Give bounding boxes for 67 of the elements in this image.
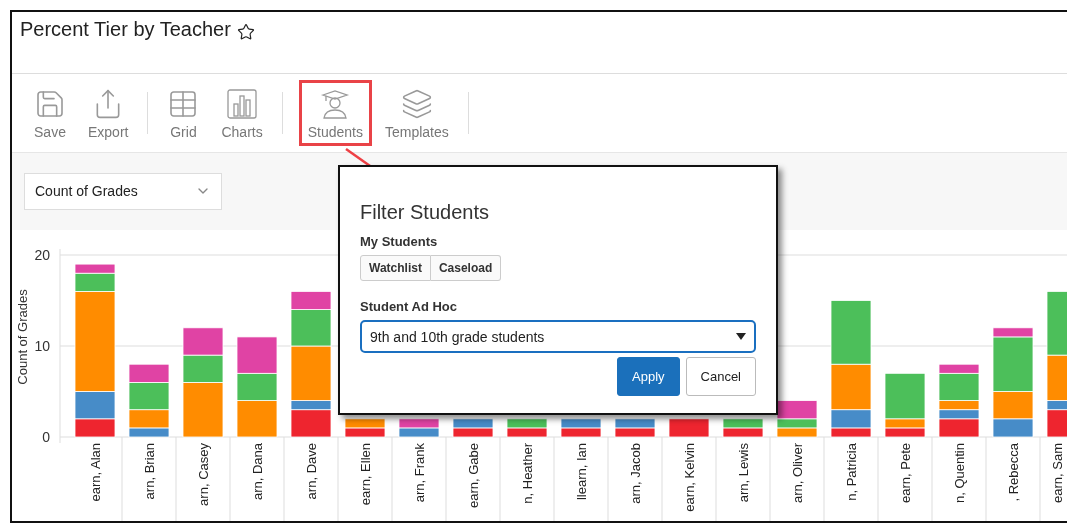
axis-category-label: n, Heather <box>520 443 535 504</box>
bar-chart-icon <box>226 87 259 120</box>
dialog-title: Filter Students <box>360 201 490 224</box>
axis-category-label: arn, Dana <box>250 443 265 501</box>
bar-segment <box>722 427 764 438</box>
axis-tick-label: 10 <box>34 338 50 354</box>
dropdown-value: Count of Grades <box>35 183 138 200</box>
axis-category-label: earn, Gabe <box>466 443 481 509</box>
toolbar-button[interactable]: Templates <box>375 79 458 146</box>
axis-category-label: earn, Kelvin <box>682 443 697 512</box>
bar-segment <box>830 300 872 365</box>
axis-category-label: n, Patricia <box>844 443 859 501</box>
bar-segment <box>668 418 710 438</box>
toolbar-button[interactable]: Save <box>25 79 75 146</box>
bar-segment <box>182 327 224 356</box>
bar-segment <box>344 427 386 438</box>
toolbar-button[interactable]: Charts <box>212 79 272 146</box>
axis-title: Count of Grades <box>15 289 30 385</box>
section-label: Student Ad Hoc <box>360 299 458 314</box>
axis-category-label: n, Quentin <box>952 443 967 503</box>
bar-segment <box>722 418 764 429</box>
filter-option-button[interactable]: Watchlist <box>360 255 431 281</box>
bar-segment <box>344 418 386 429</box>
axis-tick-label: 20 <box>34 247 50 263</box>
bar-segment <box>236 400 278 438</box>
axis-category-label: earn, Sam <box>1050 443 1065 503</box>
bar-segment <box>506 418 548 429</box>
axis-category-label: arn, Oliver <box>790 443 805 503</box>
axis-category-label: arn, Lewis <box>736 443 751 503</box>
axis-category-label: arn, Dave <box>304 443 319 500</box>
bar-segment <box>776 427 818 438</box>
dropdown-value: 9th and 10th grade students <box>370 328 545 345</box>
bar-segment <box>614 418 656 429</box>
toolbar-button[interactable]: Students <box>298 79 372 146</box>
bar-segment <box>452 418 494 429</box>
bar-segment <box>884 427 926 438</box>
axis-category-label: arn, Frank <box>412 443 427 503</box>
axis-category-label: earn, Pete <box>898 443 913 503</box>
axis-category-label: arn, Brian <box>142 443 157 500</box>
bar-segment <box>560 427 602 438</box>
toolbar-button[interactable]: Export <box>79 79 138 146</box>
bar-segment <box>506 427 548 438</box>
axis-category-label: arn, Casey <box>196 443 211 506</box>
axis-tick-label: 0 <box>42 429 50 445</box>
filter-option-button[interactable]: Caseload <box>430 255 502 281</box>
bar-segment <box>236 336 278 374</box>
star-icon[interactable] <box>236 23 255 41</box>
measure-dropdown[interactable]: Count of Grades <box>24 172 222 210</box>
bar-segment <box>560 418 602 429</box>
bar-segment <box>614 427 656 438</box>
axis-category-label: earn, Ellen <box>358 443 373 506</box>
caret-icon <box>736 333 746 340</box>
page-title: Percent Tier by Teacher <box>20 18 231 41</box>
bar-segment <box>452 427 494 438</box>
axis-category-label: llearn, Ian <box>574 443 589 501</box>
axis-category-label: arn, Jacob <box>628 443 643 504</box>
layers-icon <box>400 87 433 120</box>
bar-segment <box>236 372 278 401</box>
axis-category-label: , Rebecca <box>1006 443 1021 502</box>
bar-segment <box>398 418 440 429</box>
apply-button[interactable]: Apply <box>617 357 680 396</box>
axis-category-label: earn, Alan <box>88 443 103 502</box>
toolbar-button[interactable]: Grid <box>158 79 209 146</box>
bar-segment <box>398 427 440 438</box>
ad-hoc-dropdown[interactable]: 9th and 10th grade students <box>360 320 756 353</box>
cancel-button[interactable]: Cancel <box>685 357 756 396</box>
section-label: My Students <box>360 234 439 249</box>
